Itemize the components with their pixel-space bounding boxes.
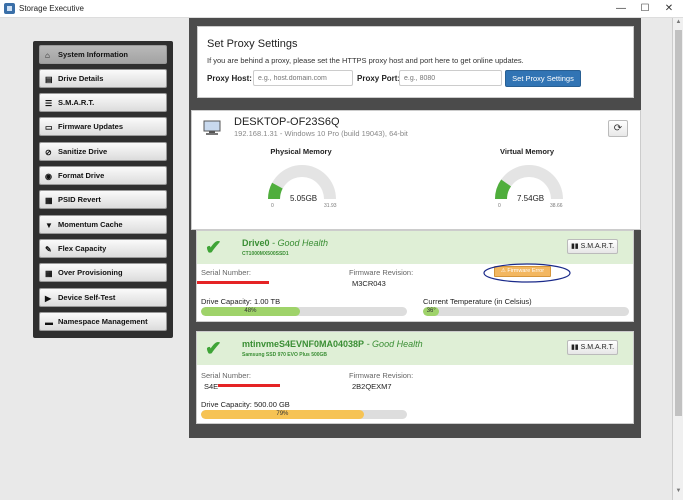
sidebar-item-momentum-cache[interactable]: ▼ Momentum Cache [39,215,167,234]
drive-model: Samsung SSD 970 EVO Plus 500GB [242,352,328,358]
chart-icon: ▮▮ [570,243,581,250]
proxy-port-label: Proxy Port: [357,74,401,83]
edit-icon: ✎ [45,245,52,254]
forward-icon: ▶ [45,294,52,303]
window-title: Storage Executive [19,4,84,13]
firmware-label: Firmware Revision: [349,268,414,277]
drive-title: Drive0 - Good Health [242,238,329,248]
chart-icon: ▮▮ [570,344,581,351]
title-bar: Storage Executive — ☐ ✕ [0,0,683,18]
smart-button[interactable]: ▮▮ S.M.A.R.T. [567,239,618,254]
minimize-button[interactable]: — [609,0,633,18]
grid-icon: ▦ [45,269,53,278]
temperature-fill: 36° [423,307,440,316]
proxy-host-input[interactable] [253,70,353,86]
app-logo-icon [4,3,15,14]
firmware-value: M3CR043 [352,279,386,288]
drive-card: ✔ Drive0 - Good Health CT1000MX500SSD1 ▮… [196,230,634,322]
firmware-value: 2B2QEXM7 [352,382,392,391]
physical-memory-value: 5.05GB [290,194,318,203]
filter-icon: ▼ [45,221,53,230]
sidebar-item-device-self-test[interactable]: ▶ Device Self-Test [39,288,167,307]
serial-value: S4E [204,382,219,391]
physical-memory-max: 31.93 [324,203,337,209]
sidebar-item-drive-details[interactable]: ▤ Drive Details [39,69,167,88]
vertical-scrollbar[interactable]: ▲ ▼ [672,18,683,500]
temperature-label: Current Temperature (in Celsius) [423,297,532,306]
smart-button[interactable]: ▮▮ S.M.A.R.T. [567,340,618,355]
drive-model: CT1000MX500SSD1 [242,251,289,257]
serial-label: Serial Number: [201,268,252,277]
system-panel: DESKTOP-OF23S6Q 192.168.1.31 - Windows 1… [191,110,641,230]
capacity-fill: 48% [201,307,300,316]
sidebar-item-smart[interactable]: ☰ S.M.A.R.T. [39,93,167,112]
physical-memory-min: 0 [271,203,274,209]
sidebar-item-namespace-management[interactable]: ▬ Namespace Management [39,312,167,331]
bars-icon: ▦ [45,196,53,205]
proxy-settings-panel: Set Proxy Settings If you are behind a p… [197,26,634,98]
list-icon: ☰ [45,99,53,108]
serial-redaction [218,384,280,387]
sidebar-item-system-information[interactable]: ⌂ System Information [39,45,167,64]
sidebar-item-firmware-updates[interactable]: ▭ Firmware Updates [39,117,167,136]
sidebar-item-over-provisioning[interactable]: ▦ Over Provisioning [39,263,167,282]
system-name: DESKTOP-OF23S6Q [234,116,340,128]
serial-label: Serial Number: [201,371,252,380]
physical-memory-title: Physical Memory [270,147,332,156]
virtual-memory-title: Virtual Memory [499,147,555,156]
capacity-fill: 79% [201,410,364,419]
sidebar: ⌂ System Information ▤ Drive Details ☰ S.M.… [33,41,173,338]
serial-redaction [197,281,269,284]
capacity-bar: 79% [201,410,407,419]
sidebar-item-flex-capacity[interactable]: ✎ Flex Capacity [39,239,167,258]
drive-card: ✔ mtinvmeS4EVNF0MA04038P - Good Health S… [196,331,634,424]
scroll-down-icon[interactable]: ▼ [673,488,683,498]
check-icon: ✔ [205,338,222,360]
sidebar-item-psid-revert[interactable]: ▦ PSID Revert [39,190,167,209]
temperature-bar: 36° [423,307,629,316]
capacity-label: Drive Capacity: 1.00 TB [201,297,281,306]
capacity-bar: 48% [201,307,407,316]
record-icon: ◉ [45,172,52,181]
refresh-button[interactable]: ⟳ [608,120,628,137]
drive-title: mtinvmeS4EVNF0MA04038P - Good Health [242,339,423,349]
virtual-memory-min: 0 [498,203,501,209]
proxy-description: If you are behind a proxy, please set th… [207,56,524,65]
scroll-thumb[interactable] [675,30,682,416]
sidebar-item-format-drive[interactable]: ◉ Format Drive [39,166,167,185]
close-button[interactable]: ✕ [657,0,681,18]
proxy-title: Set Proxy Settings [207,38,298,50]
storage-icon: ▬ [45,318,53,327]
flash-icon: ▭ [45,123,53,132]
proxy-port-input[interactable] [399,70,502,86]
refresh-icon: ⟳ [613,123,623,134]
proxy-host-label: Proxy Host: [207,74,252,83]
capacity-label: Drive Capacity: 500.00 GB [201,400,290,409]
scroll-up-icon[interactable]: ▲ [673,19,683,29]
check-icon: ✔ [205,237,222,259]
set-proxy-button[interactable]: Set Proxy Settings [505,70,581,87]
home-icon: ⌂ [45,51,50,60]
virtual-memory-max: 38.66 [550,203,563,209]
ban-icon: ⊘ [45,148,52,157]
file-icon: ▤ [45,75,53,84]
maximize-button[interactable]: ☐ [633,0,657,18]
annotation-circle [483,263,571,283]
computer-icon [203,120,221,135]
system-subtitle: 192.168.1.31 - Windows 10 Pro (build 190… [234,129,408,138]
sidebar-item-sanitize-drive[interactable]: ⊘ Sanitize Drive [39,142,167,161]
virtual-memory-value: 7.54GB [517,194,545,203]
firmware-label: Firmware Revision: [349,371,414,380]
